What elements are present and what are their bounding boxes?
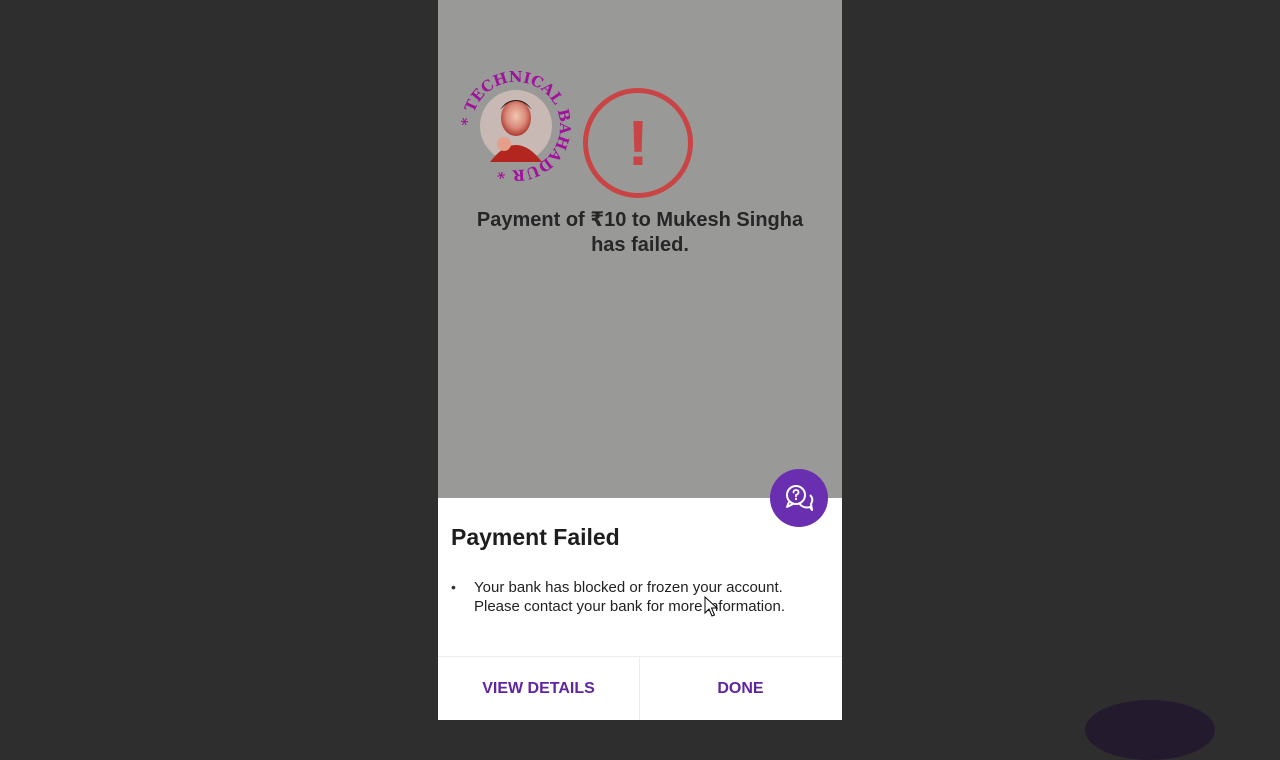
exclamation-glyph: !: [627, 107, 649, 179]
view-details-button[interactable]: VIEW DETAILS: [438, 657, 639, 720]
sheet-title: Payment Failed: [451, 524, 620, 550]
help-chat-button[interactable]: [770, 469, 828, 527]
chat-question-icon: [786, 485, 814, 511]
bullet: •: [451, 579, 456, 595]
payment-failed-sheet: Payment Failed • Your bank has blocked o…: [438, 498, 842, 720]
phone-screen: * TECHNICAL BAHADUR * ! Payment of ₹10 t…: [438, 0, 842, 720]
exclamation-circle-icon: !: [583, 88, 693, 198]
mouse-cursor-icon: [704, 596, 718, 617]
failure-reason-text: Your bank has blocked or frozen your acc…: [474, 579, 785, 615]
done-button[interactable]: DONE: [640, 657, 841, 720]
failure-reason-item: • Your bank has blocked or frozen your a…: [451, 578, 831, 616]
channel-logo-watermark: * TECHNICAL BAHADUR *: [460, 70, 572, 182]
payment-failure-message: Payment of ₹10 to Mukesh Singha has fail…: [476, 209, 804, 256]
corner-decoration: [1085, 700, 1215, 760]
